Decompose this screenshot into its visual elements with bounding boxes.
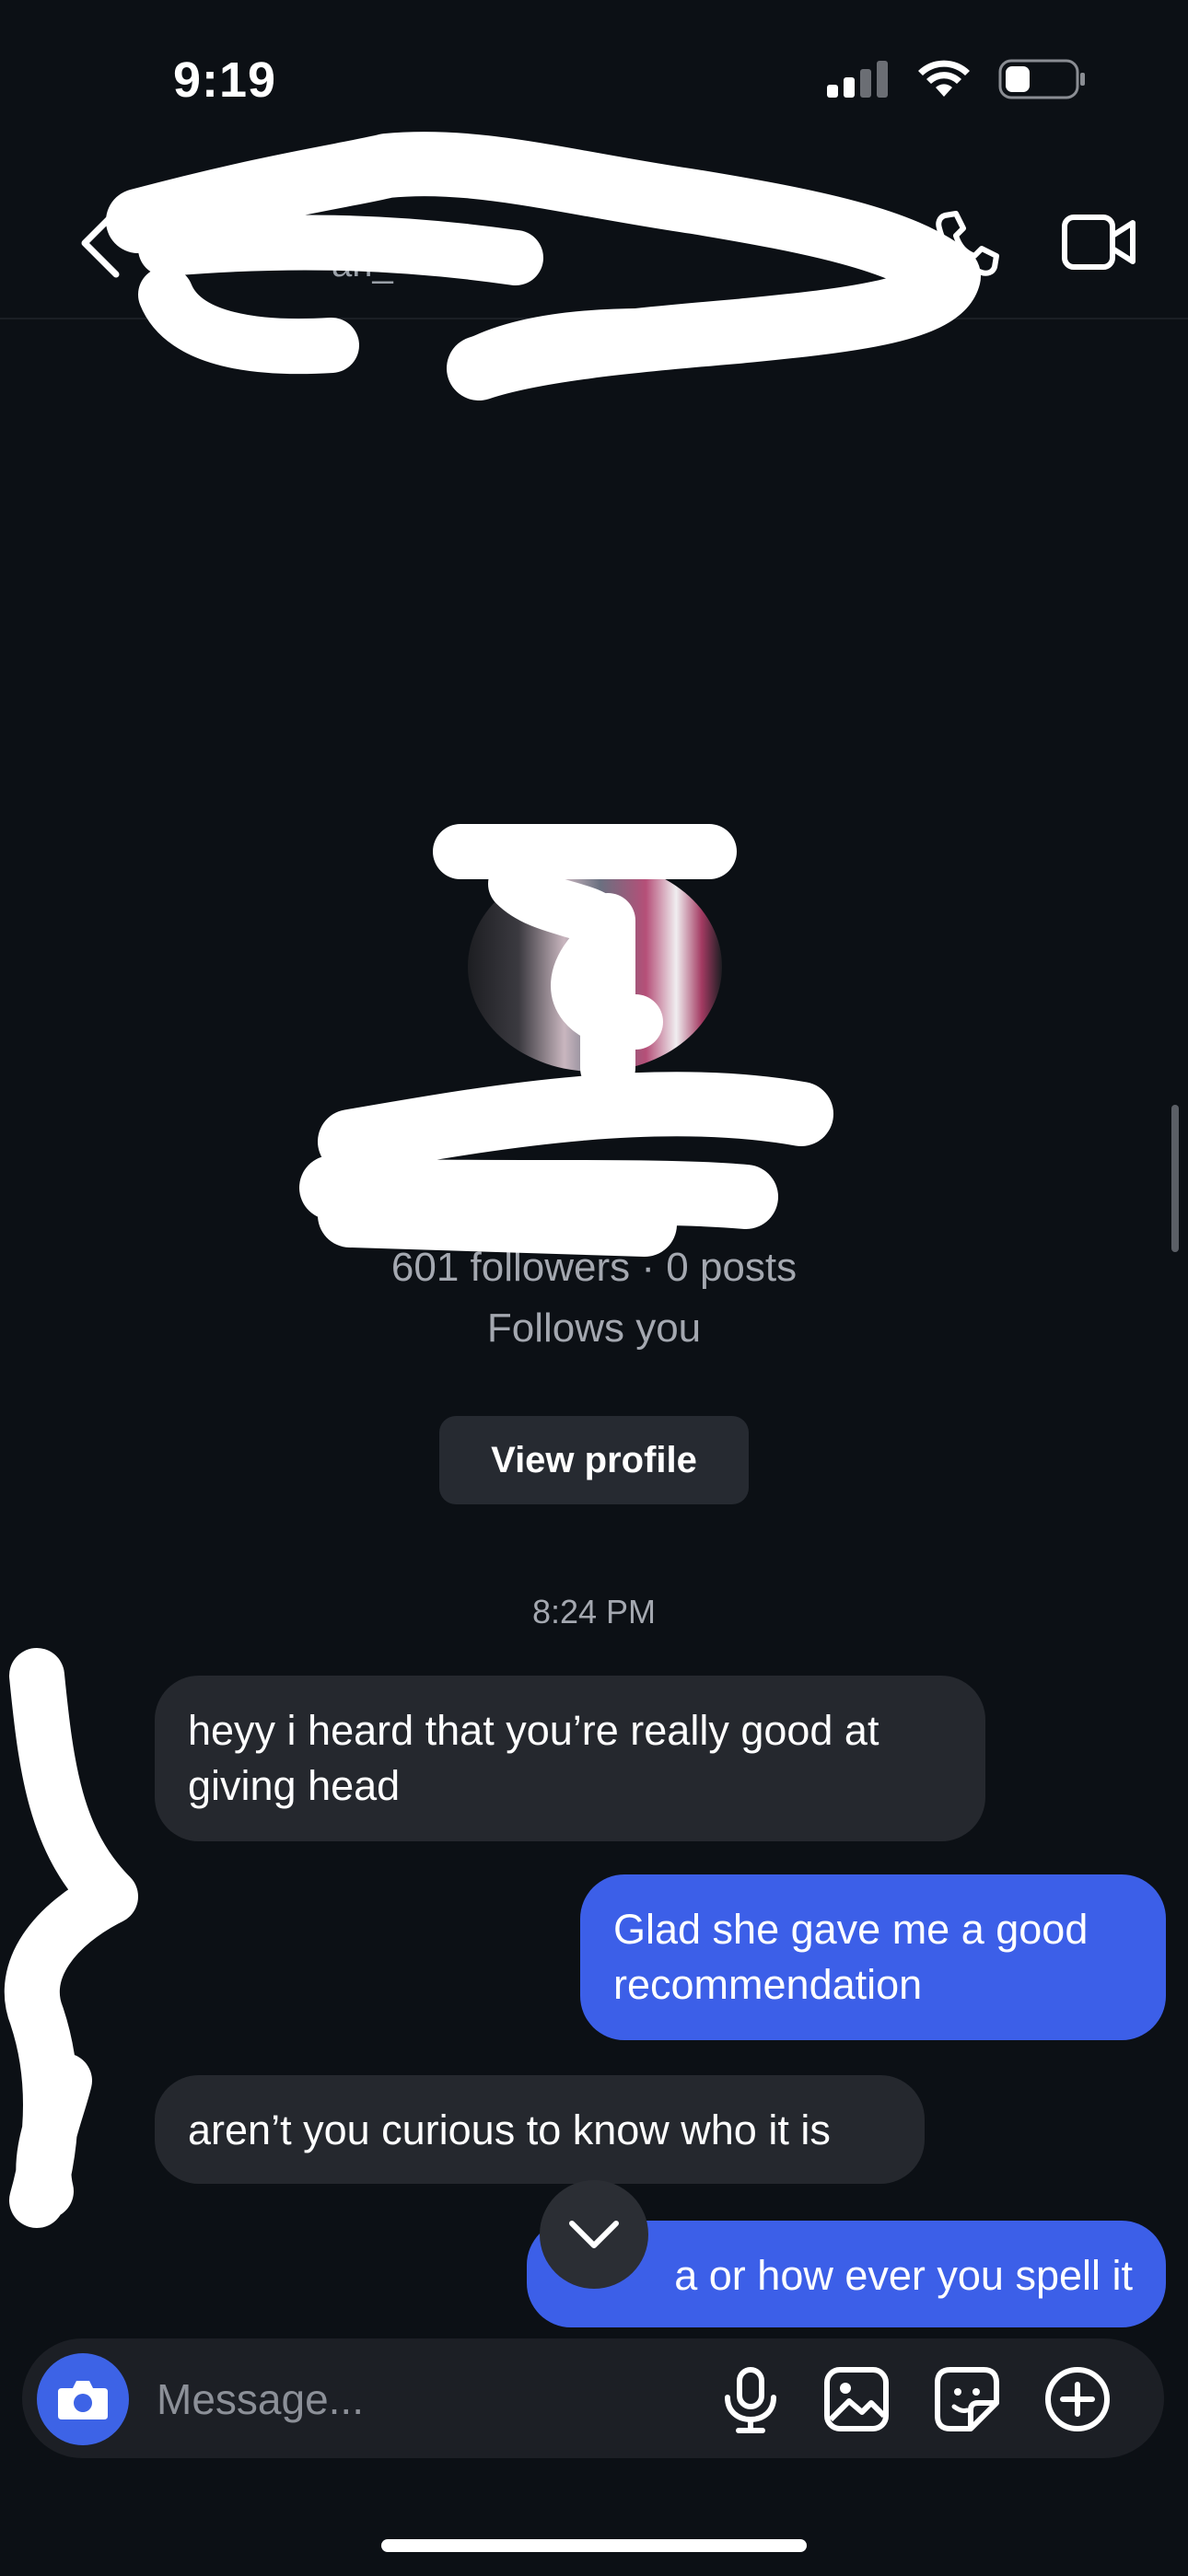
video-camera-icon[interactable]: [1061, 212, 1136, 273]
scroll-to-bottom-button[interactable]: [540, 2180, 648, 2289]
message-input[interactable]: [155, 2368, 674, 2431]
status-time: 9:19: [173, 52, 277, 108]
plus-circle-icon[interactable]: [1044, 2366, 1111, 2432]
profile-stats: 601 followers · 0 posts: [390, 1245, 798, 1290]
status-icons: [827, 59, 1087, 99]
chat-header: [0, 180, 1188, 319]
chevron-down-icon: [569, 2221, 619, 2248]
cellular-signal-icon: [827, 61, 888, 98]
back-icon[interactable]: [72, 204, 136, 282]
home-indicator[interactable]: [381, 2539, 807, 2552]
profile-avatar[interactable]: [468, 862, 722, 1072]
sticker-icon[interactable]: [934, 2366, 1000, 2432]
battery-icon: [998, 59, 1085, 99]
camera-button[interactable]: [37, 2353, 129, 2445]
wifi-icon: [918, 60, 970, 97]
microphone-icon[interactable]: [718, 2366, 783, 2434]
incoming-message[interactable]: heyy i heard that you’re really good at …: [155, 1676, 985, 1841]
message-timestamp: 8:24 PM: [531, 1593, 657, 1630]
outgoing-message[interactable]: Glad she gave me a good recommendation: [580, 1874, 1166, 2040]
scrollbar[interactable]: [1171, 1105, 1179, 1252]
incoming-message[interactable]: aren’t you curious to know who it is: [155, 2075, 925, 2184]
gallery-icon[interactable]: [823, 2366, 890, 2432]
view-profile-button[interactable]: View profile: [439, 1416, 749, 1504]
follows-you-label: Follows you: [486, 1305, 702, 1351]
phone-icon[interactable]: [932, 208, 1002, 278]
camera-icon: [58, 2381, 108, 2419]
contact-username[interactable]: an_: [332, 244, 393, 285]
